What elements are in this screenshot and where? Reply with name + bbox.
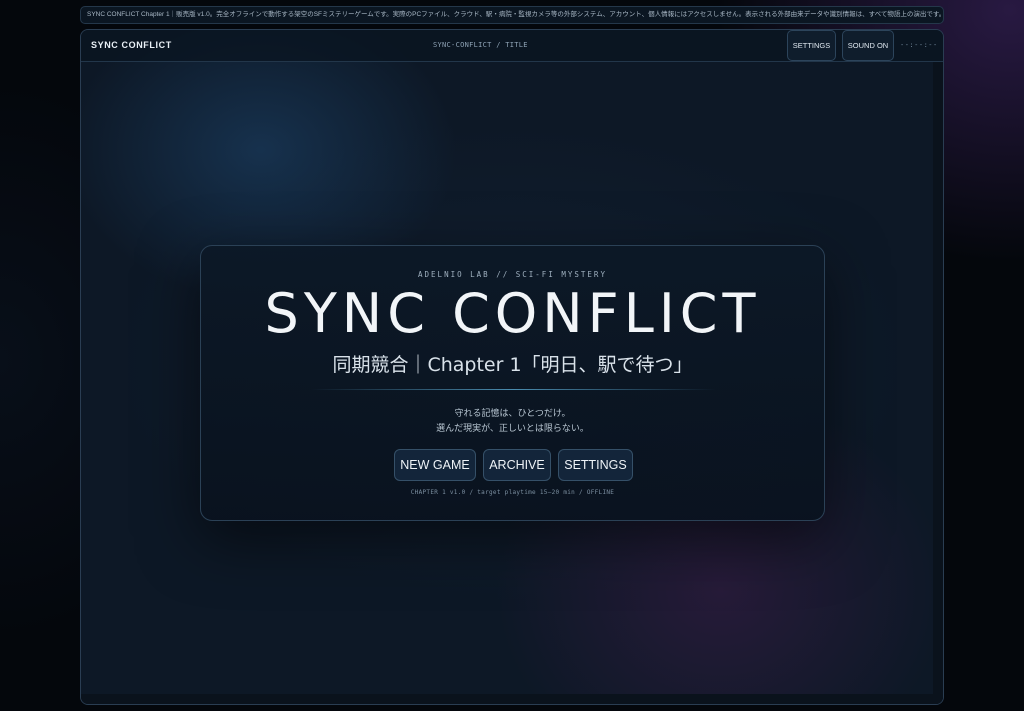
game-window: SYNC CONFLICT SYNC-CONFLICT / TITLE SETT… [80, 29, 944, 705]
studio-kicker: ADELNIO LAB // SCI-FI MYSTERY [418, 270, 607, 279]
offline-disclaimer-banner: SYNC CONFLICT Chapter 1｜販売版 v1.0。完全オフライン… [80, 6, 944, 24]
archive-button[interactable]: ARCHIVE [483, 449, 551, 481]
sound-toggle-button[interactable]: SOUND ON [842, 30, 894, 61]
tagline-line-2: 選んだ現実が、正しいとは限らない。 [436, 424, 589, 434]
brand-title: SYNC CONFLICT [91, 40, 172, 50]
version-footnote: CHAPTER 1 v1.0 / target playtime 15–20 m… [410, 489, 615, 496]
game-title: SYNC CONFLICT [264, 282, 761, 345]
breadcrumb: SYNC-CONFLICT / TITLE [433, 41, 528, 49]
top-bar: SYNC CONFLICT SYNC-CONFLICT / TITLE SETT… [81, 30, 943, 62]
divider [311, 389, 716, 390]
title-card: ADELNIO LAB // SCI-FI MYSTERY SYNC CONFL… [200, 245, 825, 521]
settings-button[interactable]: SETTINGS [558, 449, 633, 481]
chapter-subtitle: 同期競合｜Chapter 1「明日、駅で待つ」 [332, 354, 693, 376]
vertical-scrollbar-track[interactable] [933, 62, 943, 704]
tagline-line-1: 守れる記憶は、ひとつだけ。 [454, 409, 571, 419]
settings-top-button[interactable]: SETTINGS [787, 30, 836, 61]
new-game-button[interactable]: NEW GAME [394, 449, 476, 481]
horizontal-scrollbar-track[interactable] [81, 694, 943, 704]
clock-readout: --:--:-- [900, 41, 938, 49]
